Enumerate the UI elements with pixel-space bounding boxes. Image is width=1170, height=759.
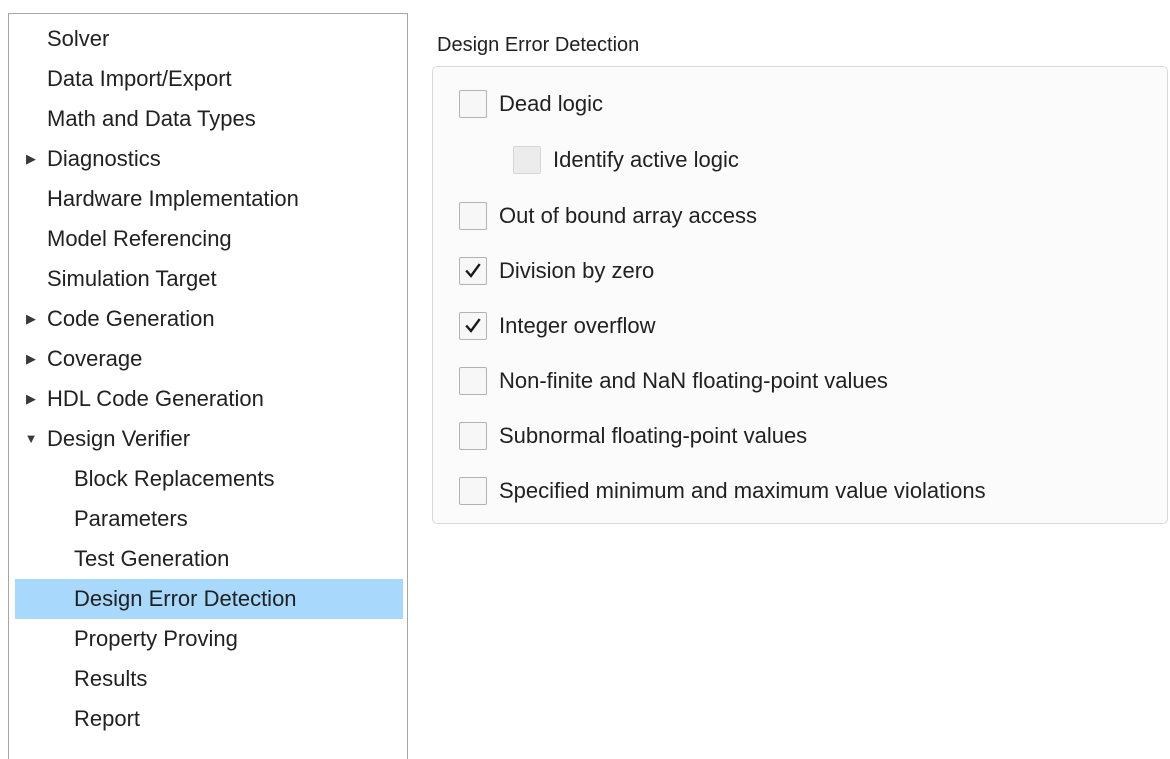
triangle-right-icon[interactable]: ▶ [24, 339, 38, 379]
tree-item-label: Property Proving [74, 626, 238, 651]
option-label: Non-finite and NaN floating-point values [499, 368, 888, 393]
tree-item-simulation-target[interactable]: Simulation Target [9, 259, 407, 299]
tree-item-label: Results [74, 666, 148, 691]
category-list: Solver Data Import/Export Math and Data … [9, 19, 407, 739]
option-label: Specified minimum and maximum value viol… [499, 478, 986, 503]
division-by-zero-checkbox[interactable] [459, 257, 487, 285]
tree-item-label: Solver [47, 26, 110, 51]
option-integer-overflow[interactable]: Integer overflow [459, 309, 656, 343]
triangle-right-icon[interactable]: ▶ [24, 379, 38, 419]
tree-item-label: Block Replacements [74, 466, 275, 491]
options-group: Dead logic Identify active logic Out of … [432, 66, 1168, 524]
tree-item-diagnostics[interactable]: ▶ Diagnostics [9, 139, 407, 179]
tree-item-design-error-detection[interactable]: Design Error Detection [15, 579, 403, 619]
option-label: Division by zero [499, 258, 655, 283]
tree-item-solver[interactable]: Solver [9, 19, 407, 59]
option-label: Dead logic [499, 91, 603, 116]
tree-item-model-referencing[interactable]: Model Referencing [9, 219, 407, 259]
category-tree: Solver Data Import/Export Math and Data … [8, 13, 408, 759]
option-division-by-zero[interactable]: Division by zero [459, 254, 654, 288]
tree-item-math-and-data-types[interactable]: Math and Data Types [9, 99, 407, 139]
tree-item-label: Hardware Implementation [47, 186, 299, 211]
tree-item-label: Code Generation [47, 306, 215, 331]
option-out-of-bound-array-access[interactable]: Out of bound array access [459, 199, 757, 233]
min-max-violations-checkbox[interactable] [459, 477, 487, 505]
option-label: Out of bound array access [499, 203, 758, 228]
tree-item-design-verifier[interactable]: ▼ Design Verifier [9, 419, 407, 459]
tree-item-coverage[interactable]: ▶ Coverage [9, 339, 407, 379]
option-identify-active-logic: Identify active logic [513, 143, 739, 177]
non-finite-nan-checkbox[interactable] [459, 367, 487, 395]
dead-logic-checkbox[interactable] [459, 90, 487, 118]
tree-item-label: Test Generation [74, 546, 230, 571]
tree-item-property-proving[interactable]: Property Proving [9, 619, 407, 659]
tree-item-data-import-export[interactable]: Data Import/Export [9, 59, 407, 99]
option-min-max-violations[interactable]: Specified minimum and maximum value viol… [459, 474, 986, 508]
tree-item-label: Coverage [47, 346, 143, 371]
triangle-right-icon[interactable]: ▶ [24, 299, 38, 339]
tree-item-results[interactable]: Results [9, 659, 407, 699]
tree-item-label: HDL Code Generation [47, 386, 264, 411]
checkmark-icon [465, 318, 481, 333]
tree-item-label: Math and Data Types [47, 106, 256, 131]
option-label: Integer overflow [499, 313, 656, 338]
tree-item-report[interactable]: Report [9, 699, 407, 739]
subnormal-checkbox[interactable] [459, 422, 487, 450]
tree-item-label: Design Error Detection [74, 586, 297, 611]
option-subnormal-values[interactable]: Subnormal floating-point values [459, 419, 807, 453]
checkmark-icon [465, 263, 481, 278]
integer-overflow-checkbox[interactable] [459, 312, 487, 340]
identify-active-logic-checkbox [513, 146, 541, 174]
configuration-parameters-window: Solver Data Import/Export Math and Data … [0, 0, 1170, 759]
option-label: Subnormal floating-point values [499, 423, 808, 448]
tree-item-label: Diagnostics [47, 146, 161, 171]
panel-title: Design Error Detection [437, 34, 640, 56]
tree-item-block-replacements[interactable]: Block Replacements [9, 459, 407, 499]
tree-item-test-generation[interactable]: Test Generation [9, 539, 407, 579]
tree-item-parameters[interactable]: Parameters [9, 499, 407, 539]
option-non-finite-nan-values[interactable]: Non-finite and NaN floating-point values [459, 364, 888, 398]
tree-item-code-generation[interactable]: ▶ Code Generation [9, 299, 407, 339]
tree-item-label: Parameters [74, 506, 188, 531]
triangle-down-icon[interactable]: ▼ [24, 419, 38, 459]
tree-item-hdl-code-generation[interactable]: ▶ HDL Code Generation [9, 379, 407, 419]
tree-item-label: Model Referencing [47, 226, 232, 251]
tree-item-label: Design Verifier [47, 426, 191, 451]
tree-item-label: Data Import/Export [47, 66, 232, 91]
option-dead-logic[interactable]: Dead logic [459, 87, 603, 121]
tree-item-label: Simulation Target [47, 266, 217, 291]
option-label: Identify active logic [553, 147, 739, 172]
triangle-right-icon[interactable]: ▶ [24, 139, 38, 179]
out-of-bound-array-access-checkbox[interactable] [459, 202, 487, 230]
tree-item-label: Report [74, 706, 141, 731]
tree-item-hardware-implementation[interactable]: Hardware Implementation [9, 179, 407, 219]
